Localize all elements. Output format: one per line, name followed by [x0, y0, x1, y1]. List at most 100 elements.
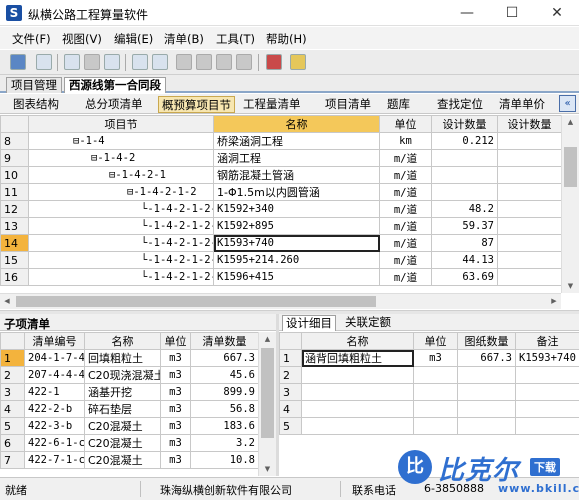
- tree-node[interactable]: ⊟-1-4-2: [28, 149, 214, 167]
- arrow-up-icon[interactable]: [216, 54, 232, 70]
- item-qty-2[interactable]: [497, 132, 562, 150]
- item-name[interactable]: 桥梁涵洞工程: [213, 132, 380, 150]
- cut-icon[interactable]: [84, 54, 100, 70]
- column-header-unit[interactable]: 单位: [379, 115, 432, 133]
- menu-tools[interactable]: 工具(T): [216, 31, 255, 47]
- table-row[interactable]: 3 422-1 涵基开挖 m3 899.9: [0, 383, 259, 401]
- tree-node[interactable]: └-1-4-2-1-2-3: [28, 234, 214, 252]
- item-name[interactable]: 涵洞工程: [213, 149, 380, 167]
- detail-qty[interactable]: [457, 400, 516, 418]
- column-header-unit[interactable]: 单位: [413, 332, 458, 350]
- detail-remark[interactable]: [515, 366, 579, 384]
- tab-project-management[interactable]: 项目管理: [6, 77, 62, 93]
- column-header-design-qty[interactable]: 设计数量: [431, 115, 498, 133]
- column-header-code[interactable]: 清单编号: [24, 332, 85, 350]
- arrow-down-icon[interactable]: [236, 54, 252, 70]
- table-row[interactable]: 2: [279, 366, 579, 384]
- table-row[interactable]: 5 422-3-b C20混凝土 m3 183.6: [0, 417, 259, 435]
- item-qty[interactable]: [431, 149, 498, 167]
- scroll-up-icon[interactable]: ▲: [259, 335, 276, 343]
- export-icon[interactable]: [290, 54, 306, 70]
- item-name[interactable]: 1-Φ1.5m以内圆管涵: [213, 183, 380, 201]
- detail-unit[interactable]: [413, 366, 458, 384]
- item-qty-2[interactable]: [497, 268, 562, 286]
- detail-unit[interactable]: m3: [413, 349, 458, 367]
- tab-project-list[interactable]: 项目清单: [322, 96, 374, 113]
- item-qty-2[interactable]: [497, 183, 562, 201]
- main-vertical-scrollbar[interactable]: ▲ ▼: [561, 115, 579, 293]
- column-header-name[interactable]: 名称: [301, 332, 414, 350]
- table-row[interactable]: 16 └-1-4-2-1-2-5 K1596+415 m/道 63.69: [0, 268, 562, 286]
- item-qty-2[interactable]: [497, 149, 562, 167]
- column-header-name[interactable]: 名称: [213, 115, 380, 133]
- table-row[interactable]: 8 ⊟-1-4 桥梁涵洞工程 km 0.212: [0, 132, 562, 150]
- item-unit[interactable]: m/道: [379, 234, 432, 252]
- table-row[interactable]: 11 ⊟-1-4-2-1-2 1-Φ1.5m以内圆管涵 m/道: [0, 183, 562, 201]
- table-row[interactable]: 7 422-7-1-c C20混凝土 m3 10.8: [0, 451, 259, 469]
- item-qty[interactable]: 0.212: [431, 132, 498, 150]
- item-qty-2[interactable]: [497, 200, 562, 218]
- detail-unit[interactable]: [413, 400, 458, 418]
- bill-code[interactable]: 422-6-1-c: [24, 434, 85, 452]
- tree-toggle-icon[interactable]: ⊟: [109, 169, 115, 181]
- bill-unit[interactable]: m3: [160, 383, 191, 401]
- scroll-down-icon[interactable]: ▼: [562, 282, 579, 290]
- item-qty[interactable]: 59.37: [431, 217, 498, 235]
- item-name[interactable]: K1593+740: [213, 234, 380, 252]
- item-unit[interactable]: m/道: [379, 183, 432, 201]
- item-qty[interactable]: 63.69: [431, 268, 498, 286]
- detail-unit[interactable]: [413, 383, 458, 401]
- menu-view[interactable]: 视图(V): [62, 31, 102, 47]
- item-name[interactable]: K1592+895: [213, 217, 380, 235]
- bill-name[interactable]: 回填粗粒土: [84, 349, 161, 367]
- menu-bill[interactable]: 清单(B): [164, 31, 204, 47]
- arrow-left-icon[interactable]: [176, 54, 192, 70]
- detail-remark[interactable]: K1593+740: [515, 349, 579, 367]
- detail-qty[interactable]: [457, 417, 516, 435]
- item-unit[interactable]: m/道: [379, 149, 432, 167]
- collapse-icon[interactable]: «: [559, 95, 576, 112]
- item-name[interactable]: K1592+340: [213, 200, 380, 218]
- menu-help[interactable]: 帮助(H): [266, 31, 307, 47]
- detail-qty[interactable]: 667.3: [457, 349, 516, 367]
- item-qty[interactable]: 44.13: [431, 251, 498, 269]
- main-scroll-thumb[interactable]: [564, 147, 577, 187]
- tab-budget-items[interactable]: 概预算项目节: [158, 96, 235, 113]
- item-unit[interactable]: m/道: [379, 166, 432, 184]
- bill-qty[interactable]: 899.9: [190, 383, 259, 401]
- tab-unit-price[interactable]: 清单单价: [496, 96, 548, 113]
- bill-name[interactable]: C20混凝土: [84, 417, 161, 435]
- item-unit[interactable]: m/道: [379, 217, 432, 235]
- tab-contract-section[interactable]: 西源线第一合同段: [64, 77, 166, 93]
- item-qty[interactable]: 48.2: [431, 200, 498, 218]
- bill-name[interactable]: 涵基开挖: [84, 383, 161, 401]
- scroll-down-icon[interactable]: ▼: [259, 465, 276, 473]
- table-row[interactable]: 15 └-1-4-2-1-2-4 K1595+214.260 m/道 44.13: [0, 251, 562, 269]
- bill-qty[interactable]: 667.3: [190, 349, 259, 367]
- tab-find-locate[interactable]: 查找定位: [434, 96, 486, 113]
- detail-unit[interactable]: [413, 417, 458, 435]
- bill-unit[interactable]: m3: [160, 434, 191, 452]
- detail-remark[interactable]: [515, 383, 579, 401]
- table-row[interactable]: 4 422-2-b 碎石垫层 m3 56.8: [0, 400, 259, 418]
- bill-code[interactable]: 204-1-7-4: [24, 349, 85, 367]
- scroll-right-icon[interactable]: ▶: [549, 297, 559, 305]
- table-row[interactable]: 13 └-1-4-2-1-2-2 K1592+895 m/道 59.37: [0, 217, 562, 235]
- column-header-design-qty-2[interactable]: 设计数量: [497, 115, 562, 133]
- calculator-icon[interactable]: [266, 54, 282, 70]
- table-row[interactable]: 2 207-4-4-4 C20现浇混凝土 m3 45.6: [0, 366, 259, 384]
- bill-unit[interactable]: m3: [160, 366, 191, 384]
- item-unit[interactable]: m/道: [379, 251, 432, 269]
- main-horizontal-scrollbar[interactable]: ◀ ▶: [0, 293, 561, 309]
- bill-code[interactable]: 422-3-b: [24, 417, 85, 435]
- bill-code[interactable]: 422-2-b: [24, 400, 85, 418]
- bill-code[interactable]: 207-4-4-4: [24, 366, 85, 384]
- bill-unit[interactable]: m3: [160, 417, 191, 435]
- scroll-left-icon[interactable]: ◀: [2, 297, 12, 305]
- item-unit[interactable]: m/道: [379, 200, 432, 218]
- bill-unit[interactable]: m3: [160, 400, 191, 418]
- document-icon[interactable]: [36, 54, 52, 70]
- item-qty[interactable]: 87: [431, 234, 498, 252]
- bill-qty[interactable]: 3.2: [190, 434, 259, 452]
- bill-name[interactable]: C20混凝土: [84, 451, 161, 469]
